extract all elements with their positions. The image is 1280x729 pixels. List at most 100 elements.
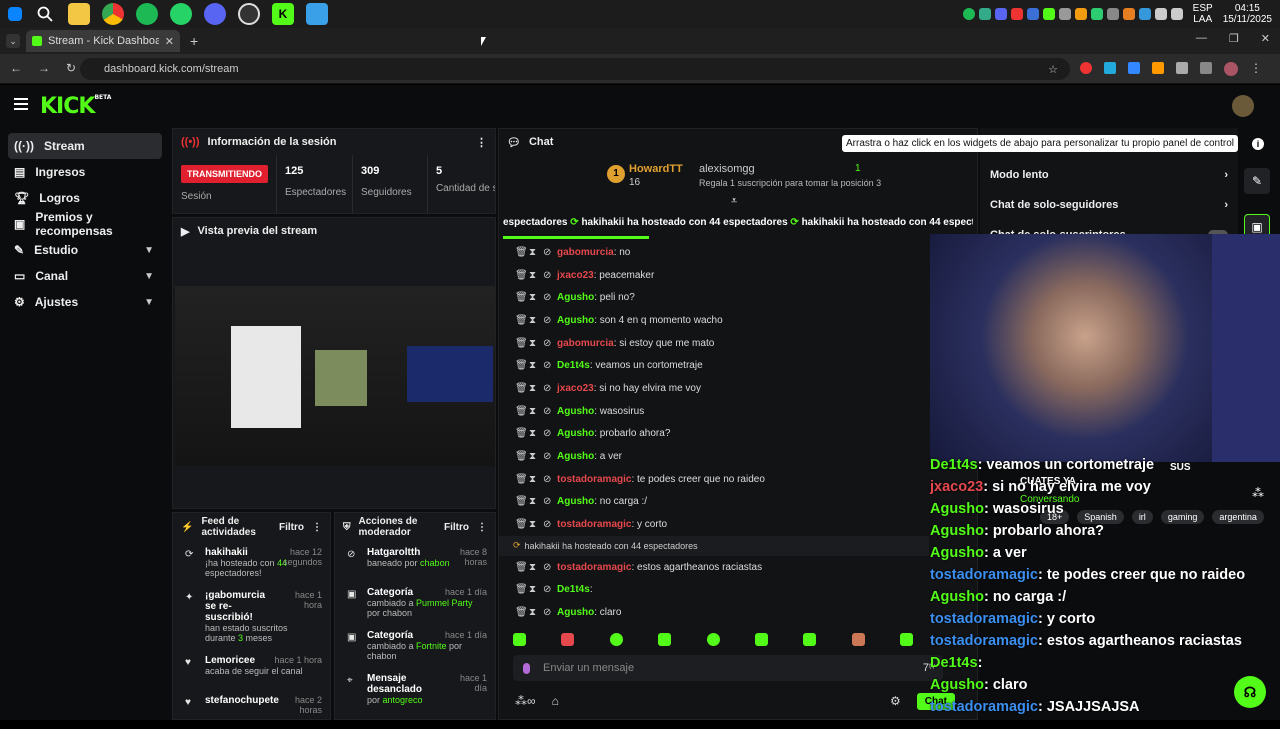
- sidebar-item-canal[interactable]: ▭ Canal ▼: [8, 263, 162, 289]
- profile-avatar[interactable]: [1224, 62, 1238, 76]
- chat-username[interactable]: tostadoramagic: [557, 519, 631, 530]
- edit-icon[interactable]: ✎: [1244, 168, 1270, 194]
- support-chat-button[interactable]: ☊: [1234, 676, 1266, 708]
- delete-icon[interactable]: 🗑︎: [515, 315, 528, 326]
- timeout-icon[interactable]: ⧗: [529, 383, 537, 394]
- ban-icon[interactable]: ⊘: [543, 315, 551, 326]
- kick-app-icon[interactable]: K: [272, 3, 294, 25]
- chat-username[interactable]: Agusho: [557, 451, 594, 462]
- ban-icon[interactable]: ⊘: [543, 247, 551, 258]
- delete-icon[interactable]: 🗑︎: [515, 406, 528, 417]
- chat-username[interactable]: gabomurcia: [557, 338, 614, 349]
- timeout-icon[interactable]: ⧗: [529, 607, 537, 618]
- points-icon[interactable]: ⁂∞: [515, 694, 536, 708]
- mod-filter-button[interactable]: Filtro: [444, 522, 469, 533]
- photos-icon[interactable]: [306, 3, 328, 25]
- more-options-icon[interactable]: ⋮: [312, 522, 322, 533]
- tab-list-button[interactable]: ⌄: [6, 34, 20, 48]
- timeout-icon[interactable]: ⧗: [529, 519, 537, 530]
- whatsapp-icon[interactable]: [170, 3, 192, 25]
- sidebar-item-logros[interactable]: 🏆︎ Logros: [8, 185, 162, 211]
- delete-icon[interactable]: 🗑︎: [515, 607, 528, 618]
- emote-icon[interactable]: [900, 633, 913, 646]
- timeout-icon[interactable]: ⧗: [529, 584, 537, 595]
- extension-icon[interactable]: [1080, 62, 1092, 74]
- ban-icon[interactable]: ⊘: [543, 584, 551, 595]
- ban-icon[interactable]: ⊘: [543, 428, 551, 439]
- delete-icon[interactable]: 🗑︎: [515, 451, 528, 462]
- followers-only-item[interactable]: Chat de solo-seguidores ›: [980, 190, 1238, 220]
- timeout-icon[interactable]: ⧗: [529, 315, 537, 326]
- timeout-icon[interactable]: ⧗: [529, 451, 537, 462]
- chat-username[interactable]: Agusho: [557, 406, 594, 417]
- timeout-icon[interactable]: ⧗: [529, 338, 537, 349]
- ban-icon[interactable]: ⊘: [543, 451, 551, 462]
- sidebar-item-stream[interactable]: ((·)) Stream: [8, 133, 162, 159]
- puzzle-icon[interactable]: [1176, 62, 1188, 74]
- stream-preview-video[interactable]: [175, 286, 495, 466]
- sidebar-item-ajustes[interactable]: ⚙ Ajustes ▼: [8, 289, 162, 315]
- sidebar-item-ingresos[interactable]: ▤ Ingresos: [8, 159, 162, 185]
- tray-icon[interactable]: [1042, 8, 1055, 20]
- timeout-icon[interactable]: ⧗: [529, 360, 537, 371]
- chat-username[interactable]: jxaco23: [557, 270, 594, 281]
- discord-tray-icon[interactable]: [994, 8, 1007, 20]
- tray-icon[interactable]: [1010, 8, 1023, 20]
- extension-icon[interactable]: [1128, 62, 1140, 74]
- timeout-icon[interactable]: ⧗: [529, 292, 537, 303]
- ban-icon[interactable]: ⊘: [543, 496, 551, 507]
- sidebar-item-estudio[interactable]: ✎ Estudio ▼: [8, 237, 162, 263]
- browser-tab[interactable]: Stream - Kick Dashboard ✕: [26, 30, 180, 52]
- emote-icon[interactable]: [513, 633, 526, 646]
- tray-icon[interactable]: [1138, 8, 1151, 20]
- gifter-1-name[interactable]: HowardTT: [629, 163, 683, 175]
- delete-icon[interactable]: 🗑︎: [515, 360, 528, 371]
- ban-icon[interactable]: ⊘: [543, 383, 551, 394]
- maximize-icon[interactable]: ❐: [1229, 32, 1239, 45]
- gifter-2-name[interactable]: alexisomgg: [699, 163, 755, 175]
- delete-icon[interactable]: 🗑︎: [515, 270, 528, 281]
- menu-icon[interactable]: ⋮: [1250, 62, 1262, 76]
- kick-logo[interactable]: KICKBETA: [40, 94, 111, 119]
- forward-icon[interactable]: →: [38, 61, 50, 75]
- network-icon[interactable]: [1154, 8, 1167, 20]
- close-tab-icon[interactable]: ✕: [165, 35, 174, 48]
- timeout-icon[interactable]: ⧗: [529, 270, 537, 281]
- delete-icon[interactable]: 🗑︎: [515, 247, 528, 258]
- chat-username[interactable]: De1t4s: [557, 584, 590, 595]
- info-icon[interactable]: i: [1252, 138, 1264, 150]
- chat-username[interactable]: Agusho: [557, 428, 594, 439]
- discord-icon[interactable]: [204, 3, 226, 25]
- close-window-icon[interactable]: ✕: [1261, 32, 1270, 45]
- chat-username[interactable]: gabomurcia: [557, 247, 614, 258]
- tray-icon[interactable]: [1058, 8, 1071, 20]
- emote-icon[interactable]: [803, 633, 817, 646]
- minimize-icon[interactable]: —: [1196, 32, 1207, 45]
- sidebar-item-premios[interactable]: ▣ Premios y recompensas: [8, 210, 162, 238]
- timeout-icon[interactable]: ⧗: [529, 496, 537, 507]
- chat-username[interactable]: tostadoramagic: [557, 562, 631, 573]
- tray-icon[interactable]: [1106, 8, 1119, 20]
- tray-icon[interactable]: [1074, 8, 1087, 20]
- chat-username[interactable]: jxaco23: [557, 383, 594, 394]
- emote-icon[interactable]: [609, 633, 623, 646]
- chat-input[interactable]: Enviar un mensaje 7ᵗᵛ: [513, 655, 943, 681]
- chat-username[interactable]: Agusho: [557, 496, 594, 507]
- timeout-icon[interactable]: ⧗: [529, 428, 537, 439]
- user-avatar[interactable]: [1232, 95, 1254, 117]
- obs-icon[interactable]: [238, 3, 260, 25]
- media-icon[interactable]: [1200, 62, 1212, 74]
- delete-icon[interactable]: 🗑︎: [515, 428, 528, 439]
- mic-icon[interactable]: [523, 662, 530, 674]
- ban-icon[interactable]: ⊘: [543, 406, 551, 417]
- ban-icon[interactable]: ⊘: [543, 519, 551, 530]
- timeout-icon[interactable]: ⧗: [529, 247, 537, 258]
- settings-icon[interactable]: ⚙: [890, 694, 901, 708]
- emote-icon[interactable]: [851, 633, 865, 646]
- ban-icon[interactable]: ⊘: [543, 338, 551, 349]
- chat-username[interactable]: Agusho: [557, 315, 594, 326]
- delete-icon[interactable]: 🗑︎: [515, 338, 528, 349]
- slow-mode-item[interactable]: Modo lento ›: [980, 160, 1238, 190]
- emote-icon[interactable]: [706, 633, 720, 646]
- emote-icon[interactable]: [754, 633, 768, 646]
